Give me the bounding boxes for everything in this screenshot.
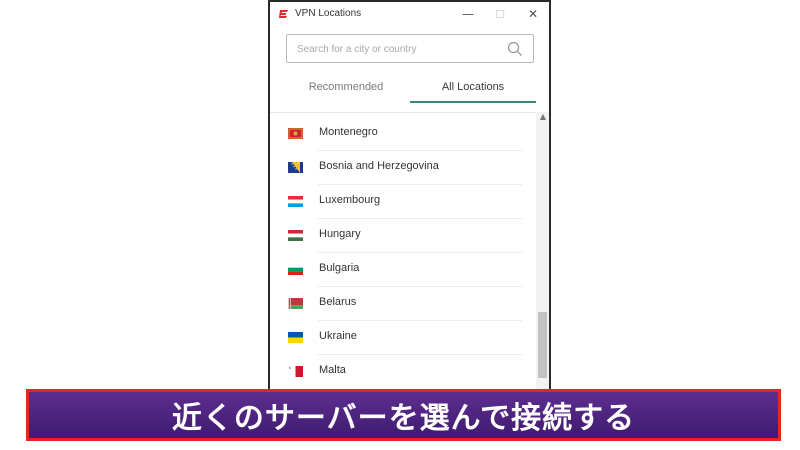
list-item-montenegro[interactable]: Montenegro: [270, 117, 522, 151]
caption-banner: 近くのサーバーを選んで接続する: [26, 389, 781, 441]
app-logo-icon: [279, 10, 288, 18]
country-name: Montenegro: [319, 126, 378, 138]
list-item-belarus[interactable]: Belarus: [270, 287, 522, 321]
tab-all-locations[interactable]: All Locations: [410, 79, 536, 103]
luxembourg-flag-icon: [288, 196, 303, 207]
list-item-hungary[interactable]: Hungary: [270, 219, 522, 253]
scroll-thumb[interactable]: [538, 312, 547, 378]
maximize-button[interactable]: ☐: [489, 4, 511, 24]
vpn-locations-window: VPN Locations — ☐ ✕ Recommended All Loca…: [268, 0, 551, 392]
maximize-icon: ☐: [495, 7, 505, 21]
bosnia-flag-icon: [288, 162, 303, 173]
country-name: Malta: [319, 364, 346, 376]
ukraine-flag-icon: [288, 332, 303, 343]
list-item-bosnia[interactable]: Bosnia and Herzegovina: [270, 151, 522, 185]
list-item-luxembourg[interactable]: Luxembourg: [270, 185, 522, 219]
search-input[interactable]: [297, 41, 497, 57]
list-item-malta[interactable]: Malta: [270, 355, 522, 389]
list-item-ukraine[interactable]: Ukraine: [270, 321, 522, 355]
list-scrollbar[interactable]: ▲: [536, 112, 549, 392]
bulgaria-flag-icon: [288, 264, 303, 275]
country-name: Hungary: [319, 228, 361, 240]
montenegro-flag-icon: [288, 128, 303, 139]
country-name: Bosnia and Herzegovina: [319, 160, 439, 172]
country-name: Luxembourg: [319, 194, 381, 206]
minimize-button[interactable]: —: [457, 4, 479, 24]
page: VPN Locations — ☐ ✕ Recommended All Loca…: [0, 0, 800, 450]
country-name: Belarus: [319, 296, 357, 308]
scroll-up-arrow-icon[interactable]: ▲: [538, 112, 548, 122]
locations-list: Montenegro Bosnia and Herzegovina Luxemb…: [270, 112, 536, 392]
hungary-flag-icon: [288, 230, 303, 241]
minimize-icon: —: [462, 7, 474, 21]
close-button[interactable]: ✕: [522, 4, 544, 24]
search-icon[interactable]: [507, 41, 523, 57]
country-name: Bulgaria: [319, 262, 360, 274]
country-name: Ukraine: [319, 330, 357, 342]
belarus-flag-icon: [288, 298, 303, 309]
search-box: [286, 34, 534, 63]
banner-text: 近くのサーバーを選んで接続する: [171, 401, 636, 436]
window-title: VPN Locations: [295, 8, 362, 19]
malta-flag-icon: [288, 366, 303, 377]
close-icon: ✕: [527, 7, 539, 21]
list-item-bulgaria[interactable]: Bulgaria: [270, 253, 522, 287]
title-bar[interactable]: VPN Locations — ☐ ✕: [270, 2, 549, 28]
tab-recommended[interactable]: Recommended: [286, 79, 406, 101]
